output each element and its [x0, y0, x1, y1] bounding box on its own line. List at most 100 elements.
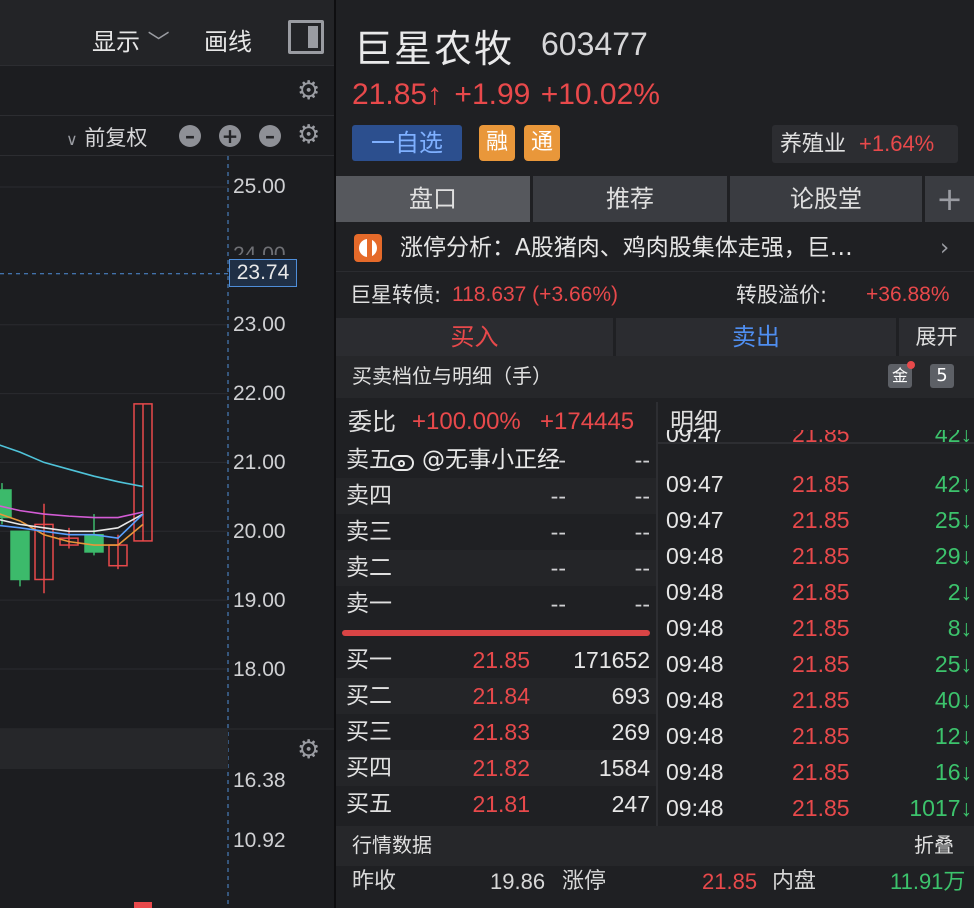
- tick-volume: 8↓: [947, 615, 972, 641]
- bid-level-row[interactable]: 买三 21.83 269: [336, 714, 656, 750]
- candle-body: [84, 533, 104, 553]
- level-volume: 247: [611, 791, 650, 817]
- adjust-label: 前复权: [84, 126, 148, 150]
- tick-time: 09:48: [666, 651, 724, 677]
- prev-close-label: 昨收: [352, 869, 397, 894]
- adjust-select[interactable]: ∨ 前复权: [66, 122, 147, 152]
- tick-time: 09:48: [666, 723, 724, 749]
- limit-up-value: 21.85: [702, 869, 758, 894]
- tick-volume: 42↓: [934, 471, 972, 497]
- market-data-header: 行情数据 折叠: [336, 826, 974, 866]
- level-volume: 171652: [573, 647, 650, 673]
- fold-button[interactable]: 折叠: [914, 826, 954, 864]
- tick-row: 09:48 21.85 29↓: [658, 538, 974, 574]
- tick-time: 09:47: [666, 430, 724, 444]
- tab-forum[interactable]: 论股堂: [730, 176, 922, 222]
- gear-icon[interactable]: ⚙: [297, 737, 320, 763]
- industry-badge[interactable]: 养殖业 +1.64%: [772, 125, 958, 163]
- ask-level-row[interactable]: 卖一 -- --: [336, 586, 656, 622]
- ask-level-row[interactable]: 卖二 -- --: [336, 550, 656, 586]
- y-tick-label: 20.00: [233, 520, 286, 543]
- tick-volume: 16↓: [934, 759, 972, 785]
- chart-settings-row: ⚙: [0, 66, 334, 116]
- volume-bar: [134, 902, 152, 908]
- sell-button[interactable]: 卖出: [616, 318, 896, 356]
- level-volume: --: [634, 519, 650, 545]
- weibi-row: 委比 +100.00% +174445: [336, 402, 656, 442]
- buy-button[interactable]: 买入: [336, 318, 613, 356]
- level-label: 卖一: [346, 591, 392, 617]
- industry-change: +1.64%: [859, 131, 935, 156]
- limit-up-label: 涨停: [562, 869, 607, 894]
- panel-toggle-icon[interactable]: [288, 20, 324, 54]
- add-watchlist-button[interactable]: 一自选: [352, 125, 462, 161]
- watermark: @无事小正经: [388, 440, 560, 474]
- y-tick-label: 16.38: [233, 769, 286, 792]
- tick-price: 21.85: [792, 579, 850, 605]
- price-change: +1.99: [454, 78, 531, 111]
- add-tab-button[interactable]: +: [925, 176, 974, 222]
- tab-recommend[interactable]: 推荐: [533, 176, 727, 222]
- tick-price: 21.85: [792, 759, 850, 785]
- tick-price: 21.85: [792, 430, 850, 444]
- tick-time: 09:48: [666, 615, 724, 641]
- tick-price: 21.85: [792, 507, 850, 533]
- display-menu[interactable]: 显示 ﹀: [92, 22, 170, 57]
- tab-pankou[interactable]: 盘口: [336, 176, 530, 222]
- level-label: 卖二: [346, 555, 392, 581]
- premium-value: +36.88%: [866, 283, 950, 306]
- gear-icon[interactable]: ⚙: [297, 122, 320, 148]
- level-count-badge[interactable]: 5: [930, 364, 954, 388]
- weibi-diff: +174445: [540, 408, 635, 435]
- level2-icon[interactable]: 金: [888, 361, 915, 388]
- margin-tag[interactable]: 融: [479, 125, 515, 161]
- level-volume: --: [634, 555, 650, 581]
- level-volume: --: [634, 447, 650, 473]
- tick-price: 21.85: [792, 471, 850, 497]
- level-volume: --: [634, 591, 650, 617]
- level-label: 卖四: [346, 483, 392, 509]
- gear-icon[interactable]: ⚙: [297, 78, 320, 104]
- level-volume: 1584: [598, 755, 650, 781]
- connect-tag[interactable]: 通: [524, 125, 560, 161]
- tick-volume: 1017↓: [909, 795, 972, 821]
- market-title: 行情数据: [352, 833, 432, 857]
- y-tick-label: 22.00: [233, 382, 286, 405]
- zoom-in-icon[interactable]: +: [219, 125, 241, 147]
- minus-circle-icon[interactable]: –: [179, 125, 201, 147]
- bid-level-row[interactable]: 买四 21.82 1584: [336, 750, 656, 786]
- chart-panel[interactable]: 显示 ﹀ 画线 ⚙ ∨ 前复权 – + – ⚙ 25.00 24.00 23.7…: [0, 0, 334, 908]
- tick-price: 21.85: [792, 723, 850, 749]
- expand-button[interactable]: 展开: [899, 318, 974, 356]
- tick-time: 09:48: [666, 579, 724, 605]
- tick-row: 09:47 21.85 25↓: [658, 502, 974, 538]
- prev-close-value: 19.86: [490, 869, 546, 894]
- price-change-pct: +10.02%: [540, 78, 660, 111]
- bid-level-row[interactable]: 买二 21.84 693: [336, 678, 656, 714]
- tick-time: 09:47: [666, 471, 724, 497]
- draw-line-button[interactable]: 画线: [204, 22, 252, 57]
- y-tick-label: 25.00: [233, 175, 286, 198]
- convertible-bond-row[interactable]: 巨星转债: 118.637 (+3.66%) 转股溢价: +36.88%: [336, 274, 974, 316]
- ma-line: [0, 505, 144, 519]
- ask-level-row[interactable]: 卖三 -- --: [336, 514, 656, 550]
- bid-level-row[interactable]: 买五 21.81 247: [336, 786, 656, 822]
- tick-row: 09:48 21.85 16↓: [658, 754, 974, 790]
- market-row-partial: [336, 898, 974, 908]
- level-price: --: [550, 591, 566, 617]
- bond-label: 巨星转债:: [350, 283, 442, 307]
- level-price: --: [550, 519, 566, 545]
- tick-time: 09:48: [666, 687, 724, 713]
- news-banner[interactable]: 涨停分析：A股猪肉、鸡肉股集体走强，巨… ›: [336, 224, 974, 272]
- ask-level-row[interactable]: 卖四 -- --: [336, 478, 656, 514]
- bid-level-row[interactable]: 买一 21.85 171652: [336, 642, 656, 678]
- zoom-out-icon[interactable]: –: [259, 125, 281, 147]
- detail-header-line: [658, 442, 974, 444]
- tick-volume: 25↓: [934, 651, 972, 677]
- stock-name: 巨星农牧: [354, 27, 515, 71]
- watermark-text: @无事小正经: [422, 447, 560, 473]
- display-label: 显示: [92, 28, 140, 56]
- tick-price: 21.85: [792, 543, 850, 569]
- tick-row: 09:48 21.85 8↓: [658, 610, 974, 646]
- level-price: --: [550, 483, 566, 509]
